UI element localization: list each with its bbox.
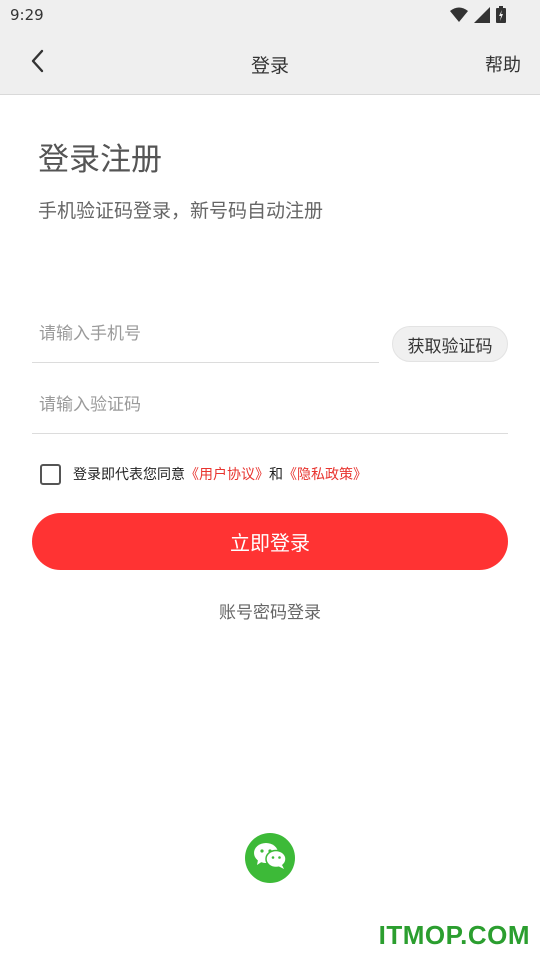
- watermark: ITMOP.COM: [378, 920, 530, 950]
- status-time: 9:29: [10, 6, 44, 24]
- wechat-icon: [253, 842, 287, 874]
- wechat-login-button[interactable]: [245, 833, 295, 883]
- status-icons: [450, 6, 506, 27]
- agreement-checkbox[interactable]: [40, 463, 61, 485]
- page-title: 登录: [250, 55, 289, 77]
- user-agreement-link[interactable]: 《用户协议》: [185, 467, 269, 483]
- battery-icon: [496, 6, 506, 27]
- phone-field: [32, 306, 379, 363]
- agreement-text: 登录即代表您同意《用户协议》和《隐私政策》: [73, 464, 367, 484]
- agreement-and: 和: [269, 467, 283, 483]
- help-button[interactable]: 帮助: [485, 51, 521, 77]
- agreement-prefix: 登录即代表您同意: [73, 467, 185, 483]
- wifi-icon: [450, 7, 468, 27]
- privacy-policy-link[interactable]: 《隐私政策》: [283, 467, 367, 483]
- get-code-button[interactable]: 获取验证码: [392, 326, 508, 362]
- login-button[interactable]: 立即登录: [32, 513, 508, 570]
- code-field: [32, 376, 508, 434]
- phone-input[interactable]: [32, 306, 379, 362]
- password-login-link[interactable]: 账号密码登录: [0, 598, 540, 623]
- agreement-row: 登录即代表您同意《用户协议》和《隐私政策》: [40, 462, 367, 486]
- nav-bar: 登录 帮助: [0, 30, 540, 95]
- login-subtitle: 手机验证码登录，新号码自动注册: [38, 200, 324, 222]
- status-bar: 9:29: [0, 0, 540, 30]
- back-button[interactable]: [22, 48, 52, 78]
- chevron-left-icon: [30, 49, 44, 77]
- login-heading: 登录注册: [38, 142, 162, 178]
- code-input[interactable]: [32, 376, 508, 433]
- signal-icon: [474, 6, 490, 27]
